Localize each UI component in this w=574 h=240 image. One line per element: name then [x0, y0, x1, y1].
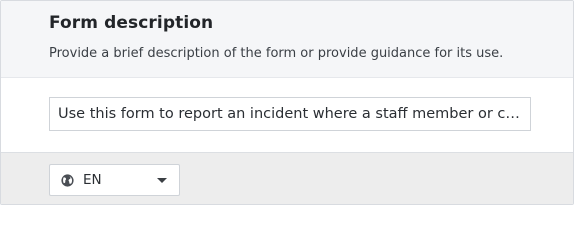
language-select-value: EN: [83, 172, 102, 188]
chevron-down-icon: [157, 178, 167, 183]
panel-subtitle: Provide a brief description of the form …: [49, 46, 504, 61]
panel-footer: EN: [1, 152, 573, 204]
panel-title: Form description: [49, 13, 214, 33]
form-description-input[interactable]: [49, 97, 531, 131]
panel-header: Form description Provide a brief descrip…: [1, 1, 573, 78]
globe-icon: [61, 174, 74, 187]
panel-body: [1, 78, 573, 152]
language-select[interactable]: EN: [49, 164, 180, 196]
form-description-panel: Form description Provide a brief descrip…: [0, 0, 574, 205]
